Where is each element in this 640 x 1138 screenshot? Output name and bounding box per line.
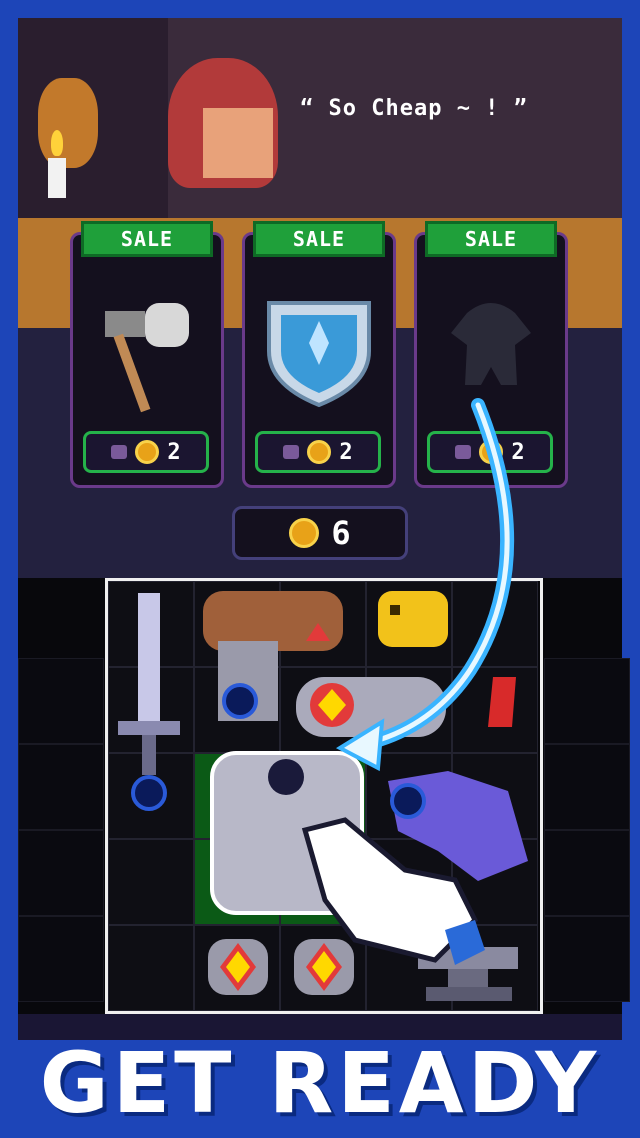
game-screen: “ So Cheap ~ ! ” SALE 2 SALE 2 SALE 2 6 … <box>0 0 640 1138</box>
pointer-hand-icon <box>301 817 485 965</box>
get-ready-banner: GET READY <box>39 1034 601 1132</box>
